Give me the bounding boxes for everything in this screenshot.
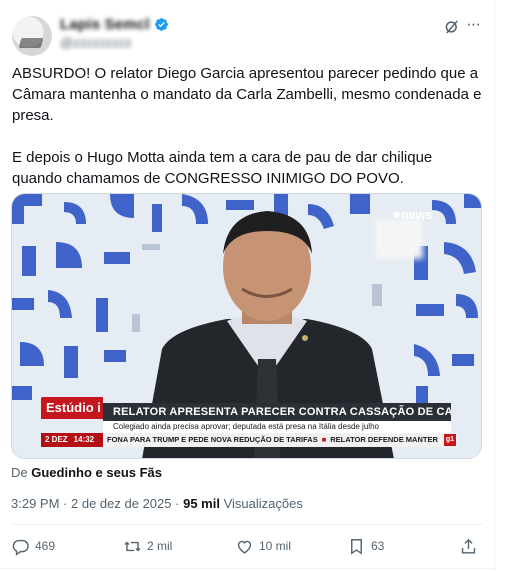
author-display-name[interactable]: Lapis Semcl [60,16,150,33]
broadcast-day: 2 DEZ [45,435,68,444]
action-bar: 469 2 mil 10 mil 63 [11,536,483,556]
from-line: De Guedinho e seus Fãs [11,465,162,480]
more-icon[interactable]: ··· [466,14,481,34]
post-date[interactable]: 2 de dez de 2025 [71,496,171,511]
avatar[interactable] [12,16,52,56]
author-name-row[interactable]: Lapis Semcl [60,14,169,34]
like-icon [237,540,252,554]
from-source-link[interactable]: Guedinho e seus Fãs [31,465,162,480]
verified-badge-icon [154,17,168,31]
post-time[interactable]: 3:29 PM [11,496,59,511]
tweet-paragraph-1: ABSURDO! O relator Diego Garcia apresent… [12,65,482,124]
ticker-separator-icon: ■ [321,435,327,444]
share-icon [461,538,476,554]
views-label: Visualizações [223,496,303,511]
reply-count: 469 [35,539,56,553]
program-name: Estúdio i [41,397,103,419]
divider [11,524,483,525]
post-bottom-border [0,568,495,569]
like-button[interactable]: 10 mil [235,536,291,556]
ticker-left: FONA PARA TRUMP E PEDE NOVA REDUÇÃO DE T… [107,435,318,444]
grok-icon[interactable] [443,18,461,36]
broadcast-date: 2 DEZ 14:32 [41,433,103,447]
reply-icon [12,539,29,556]
repost-button[interactable]: 2 mil [123,536,172,556]
column-border [494,0,495,571]
post-meta: 3:29 PM · 2 de dez de 2025 · 95 mil Visu… [11,496,303,511]
news-headline: RELATOR APRESENTA PARECER CONTRA CASSAÇÃ… [103,403,451,421]
reply-button[interactable]: 469 [11,536,55,556]
bookmark-count: 63 [371,539,385,553]
broadcast-time: 14:32 [73,435,95,444]
video-thumbnail[interactable]: ●news Estúdio i RELATOR APRESENTA PARECE… [11,193,482,459]
repost-icon [124,541,141,551]
repost-count: 2 mil [147,539,173,553]
news-subline: Colegiado ainda precisa aprovar; deputad… [103,421,451,433]
views-count: 95 mil [183,496,220,511]
news-ticker: FONA PARA TRUMP E PEDE NOVA REDUÇÃO DE T… [103,433,458,447]
g1-badge: g1 [444,434,456,446]
from-prefix: De [11,465,28,480]
meta-separator-2: · [175,496,180,511]
tweet-text: ABSURDO! O relator Diego Garcia apresent… [12,63,482,189]
ticker-right: RELATOR DEFENDE MANTER [330,435,438,444]
bookmark-button[interactable]: 63 [347,536,384,556]
like-count: 10 mil [259,539,292,553]
tweet-paragraph-2: E depois o Hugo Motta ainda tem a cara d… [12,149,433,187]
bookmark-icon [351,538,362,555]
meta-separator: · [63,496,68,511]
author-handle[interactable]: @zzzzzzzzz [60,35,132,50]
share-button[interactable] [459,536,478,556]
